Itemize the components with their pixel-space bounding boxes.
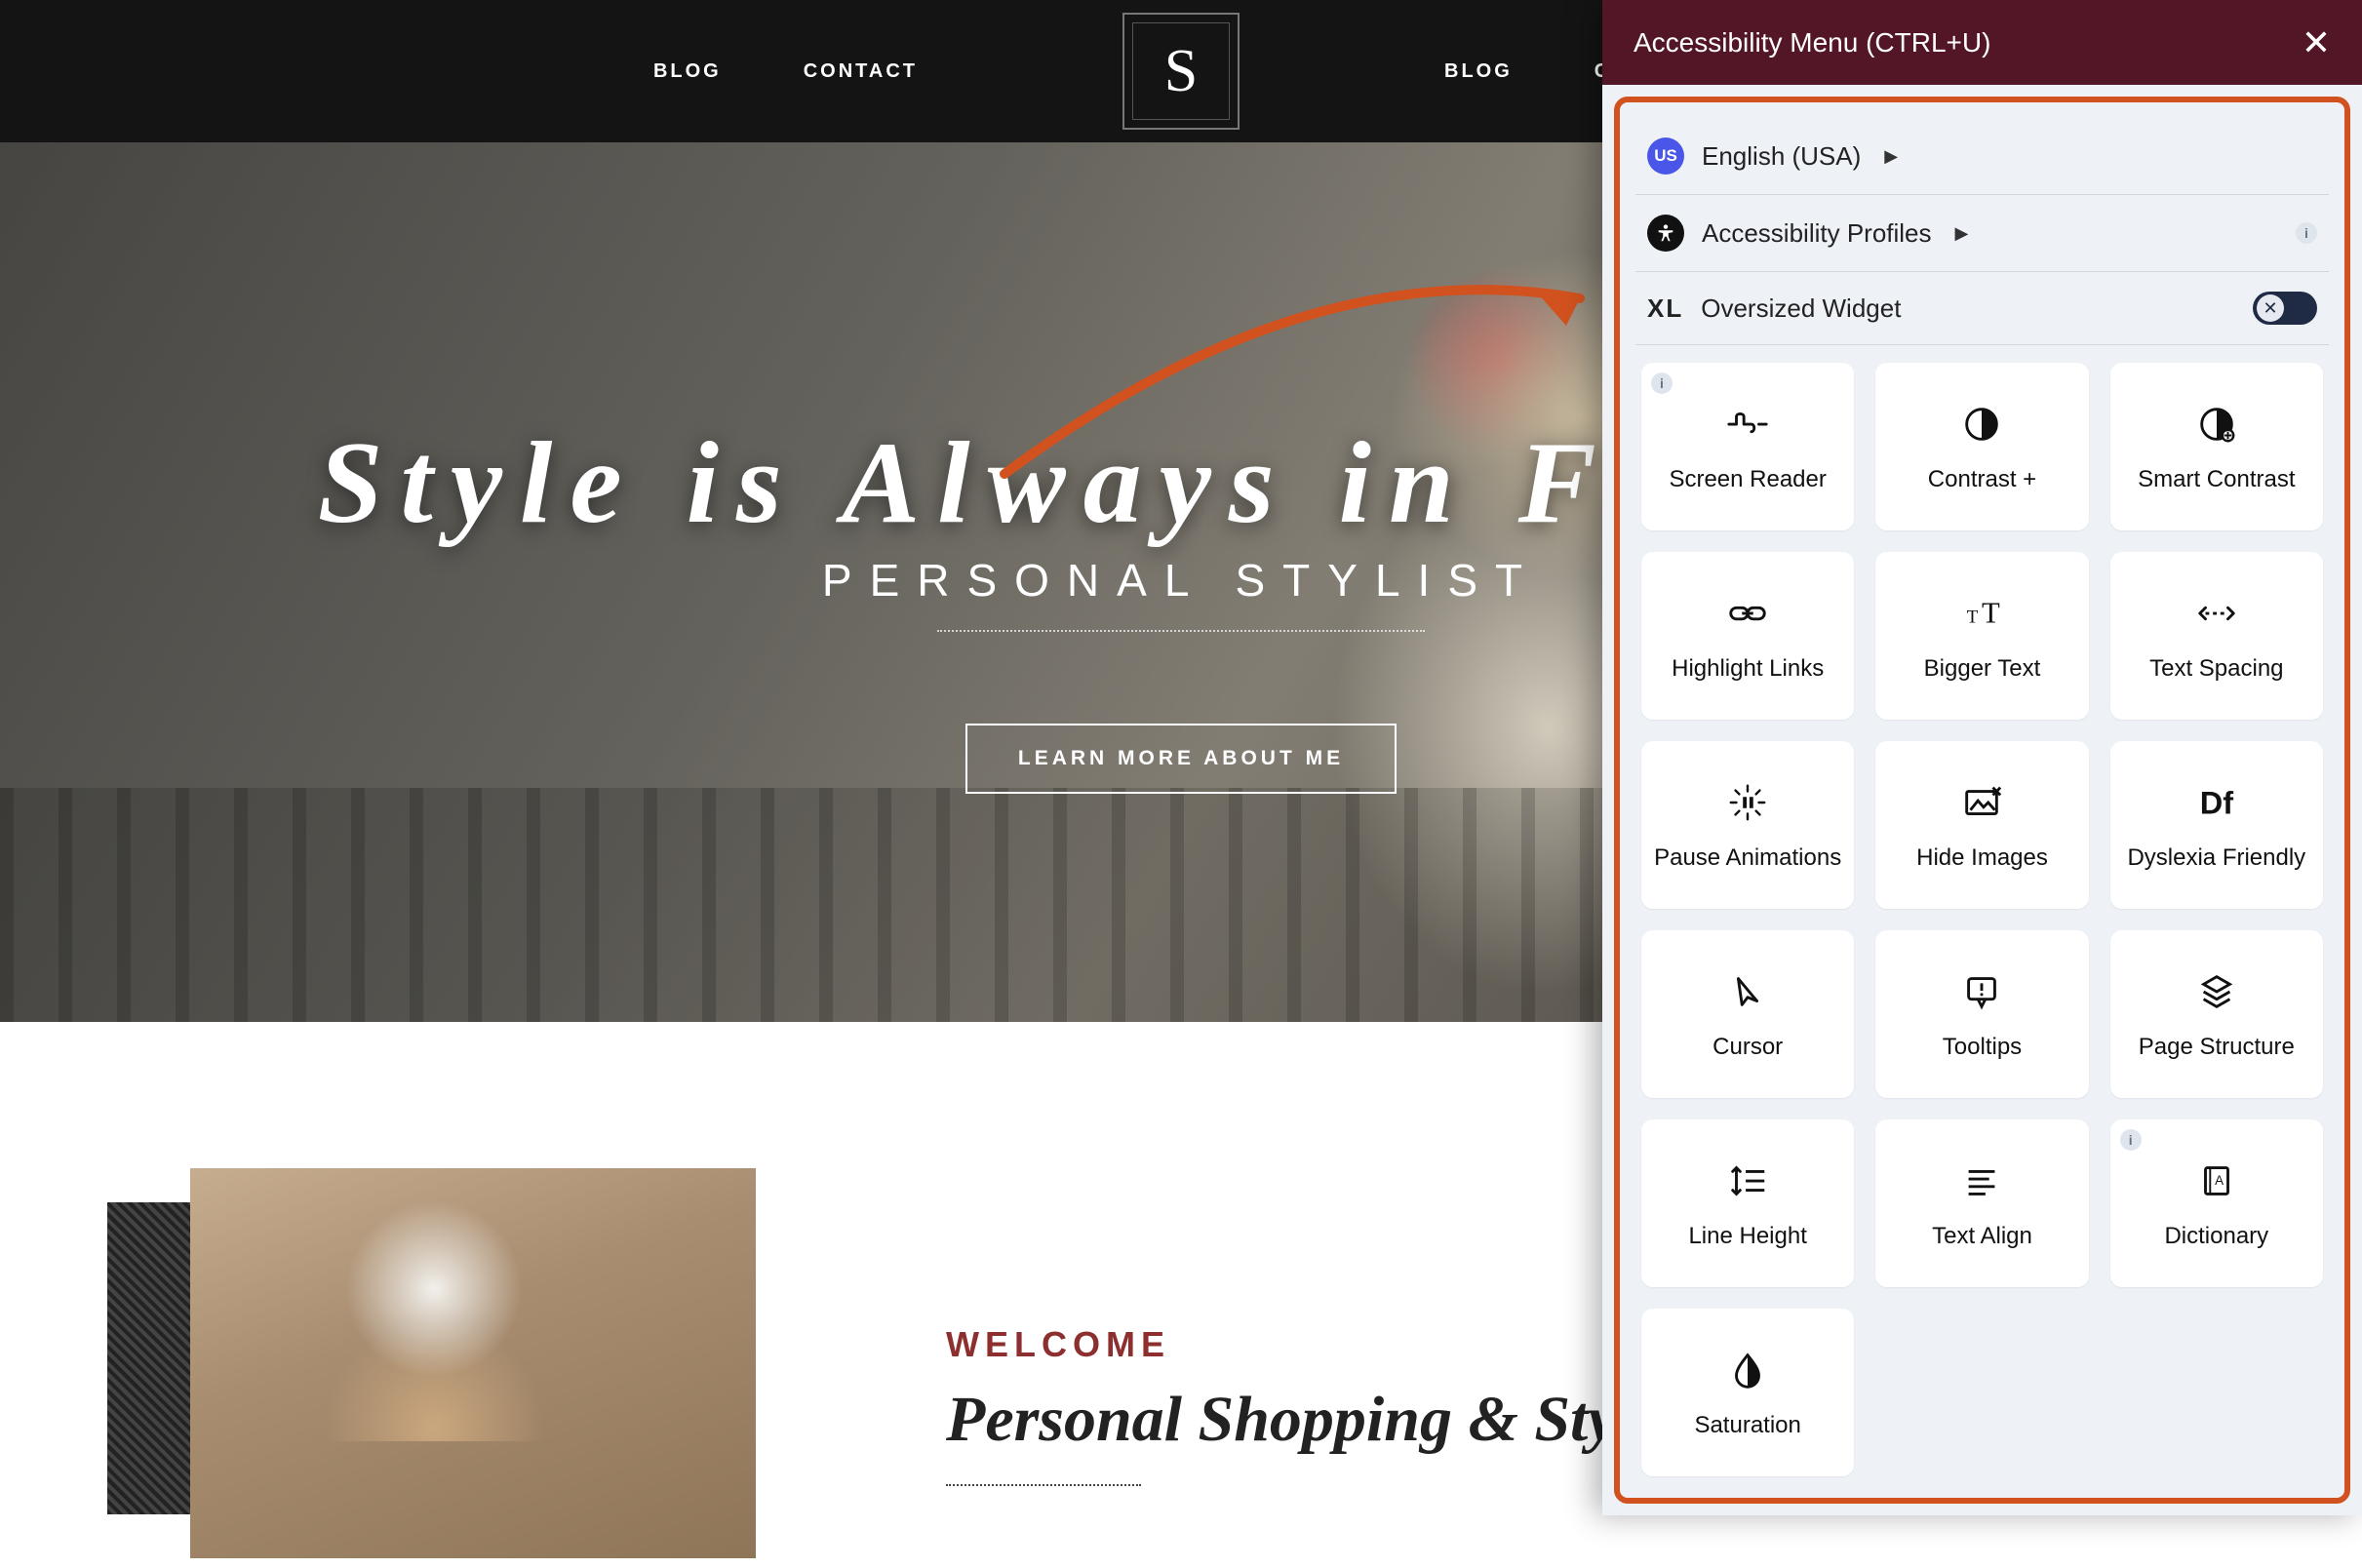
line-height-icon — [1725, 1156, 1770, 1205]
a11y-tile-label: Pause Animations — [1654, 844, 1841, 872]
a11y-tile-bigger-text[interactable]: Bigger Text — [1875, 552, 2088, 720]
a11y-tile-label: Line Height — [1688, 1223, 1806, 1250]
a11y-tile-label: Highlight Links — [1672, 655, 1824, 683]
a11y-tile-screen-reader[interactable]: i Screen Reader — [1641, 363, 1854, 530]
a11y-tile-dyslexia-friendly[interactable]: Dyslexia Friendly — [2110, 741, 2323, 909]
oversized-widget-label: Oversized Widget — [1701, 294, 1901, 324]
page-structure-icon — [2194, 967, 2239, 1016]
site-logo[interactable]: S — [1122, 13, 1240, 130]
text-spacing-icon — [2194, 589, 2239, 638]
a11y-tile-tooltips[interactable]: Tooltips — [1875, 930, 2088, 1098]
a11y-tile-saturation[interactable]: Saturation — [1641, 1309, 1854, 1476]
a11y-tile-line-height[interactable]: Line Height — [1641, 1119, 1854, 1287]
oversized-widget-toggle[interactable]: ✕ — [2253, 292, 2317, 325]
text-align-icon — [1959, 1156, 2004, 1205]
contrast-plus-icon — [1959, 400, 2004, 449]
a11y-tile-pause-animations[interactable]: Pause Animations — [1641, 741, 1854, 909]
a11y-tile-label: Text Align — [1932, 1223, 2032, 1250]
info-icon[interactable]: i — [2120, 1129, 2142, 1151]
oversized-widget-row: XL Oversized Widget ✕ — [1635, 272, 2329, 345]
nav-link-contact[interactable]: CONTACT — [804, 60, 918, 83]
info-icon[interactable]: i — [2296, 222, 2317, 244]
tooltips-icon — [1959, 967, 2004, 1016]
accessibility-profiles-label: Accessibility Profiles — [1702, 218, 1932, 249]
saturation-icon — [1725, 1346, 1770, 1394]
a11y-tile-cursor[interactable]: Cursor — [1641, 930, 1854, 1098]
a11y-tile-label: Smart Contrast — [2138, 466, 2295, 493]
a11y-tile-text-spacing[interactable]: Text Spacing — [2110, 552, 2323, 720]
a11y-tile-highlight-links[interactable]: Highlight Links — [1641, 552, 1854, 720]
a11y-tile-text-align[interactable]: Text Align — [1875, 1119, 2088, 1287]
chevron-right-icon: ▶ — [1955, 223, 1969, 244]
info-icon[interactable]: i — [1651, 372, 1673, 394]
a11y-tile-label: Text Spacing — [2149, 655, 2283, 683]
cursor-icon — [1725, 967, 1770, 1016]
a11y-tile-smart-contrast[interactable]: Smart Contrast — [2110, 363, 2323, 530]
smart-contrast-icon — [2194, 400, 2239, 449]
a11y-tile-dictionary[interactable]: i Dictionary — [2110, 1119, 2323, 1287]
accessibility-panel-body: US English (USA) ▶ Accessibility Profile… — [1614, 97, 2350, 1504]
pause-animations-icon — [1725, 778, 1770, 827]
a11y-tile-label: Saturation — [1694, 1412, 1800, 1439]
a11y-tile-page-structure[interactable]: Page Structure — [2110, 930, 2323, 1098]
language-label: English (USA) — [1702, 141, 1861, 172]
hero-divider — [937, 630, 1425, 632]
hero-subtitle: PERSONAL STYLIST — [822, 554, 1540, 607]
nav-left-group: BLOG CONTACT — [653, 60, 918, 83]
a11y-tile-contrast-plus[interactable]: Contrast + — [1875, 363, 2088, 530]
dictionary-icon — [2194, 1156, 2239, 1205]
a11y-tile-label: Tooltips — [1943, 1034, 2022, 1061]
a11y-tile-label: Bigger Text — [1924, 655, 2041, 683]
welcome-images — [107, 1168, 887, 1568]
accessibility-panel: Accessibility Menu (CTRL+U) ✕ US English… — [1602, 0, 2362, 1515]
welcome-image-front — [190, 1168, 756, 1558]
a11y-tile-label: Dictionary — [2164, 1223, 2268, 1250]
site-logo-letter: S — [1132, 22, 1230, 120]
hero-cta-button[interactable]: LEARN MORE ABOUT ME — [965, 724, 1397, 794]
a11y-tile-label: Cursor — [1712, 1034, 1783, 1061]
accessibility-icon — [1647, 215, 1684, 252]
a11y-tile-label: Page Structure — [2139, 1034, 2295, 1061]
bigger-text-icon — [1959, 589, 2004, 638]
language-badge-icon: US — [1647, 137, 1684, 175]
a11y-tile-hide-images[interactable]: Hide Images — [1875, 741, 2088, 909]
hide-images-icon — [1959, 778, 2004, 827]
toggle-off-icon: ✕ — [2257, 294, 2284, 322]
a11y-tile-label: Contrast + — [1928, 466, 2036, 493]
screen-reader-icon — [1725, 400, 1770, 449]
dyslexia-friendly-icon — [2194, 778, 2239, 827]
a11y-tile-label: Screen Reader — [1669, 466, 1826, 493]
language-row[interactable]: US English (USA) ▶ — [1635, 118, 2329, 195]
chevron-right-icon: ▶ — [1884, 146, 1898, 167]
welcome-divider — [946, 1484, 1141, 1486]
accessibility-features-grid: i Screen Reader Contrast + Smart Contrast Hi… — [1635, 357, 2329, 1482]
welcome-image-back — [107, 1202, 195, 1514]
a11y-tile-label: Hide Images — [1916, 844, 2048, 872]
a11y-tile-label: Dyslexia Friendly — [2127, 844, 2305, 872]
accessibility-profiles-row[interactable]: Accessibility Profiles ▶ i — [1635, 195, 2329, 272]
accessibility-panel-title: Accessibility Menu (CTRL+U) — [1634, 27, 2302, 59]
accessibility-panel-header: Accessibility Menu (CTRL+U) ✕ — [1602, 0, 2362, 85]
nav-link-blog[interactable]: BLOG — [653, 60, 722, 83]
close-icon[interactable]: ✕ — [2302, 25, 2331, 60]
highlight-links-icon — [1725, 589, 1770, 638]
nav-link-blog-2[interactable]: BLOG — [1444, 60, 1513, 83]
xl-icon: XL — [1647, 294, 1683, 324]
